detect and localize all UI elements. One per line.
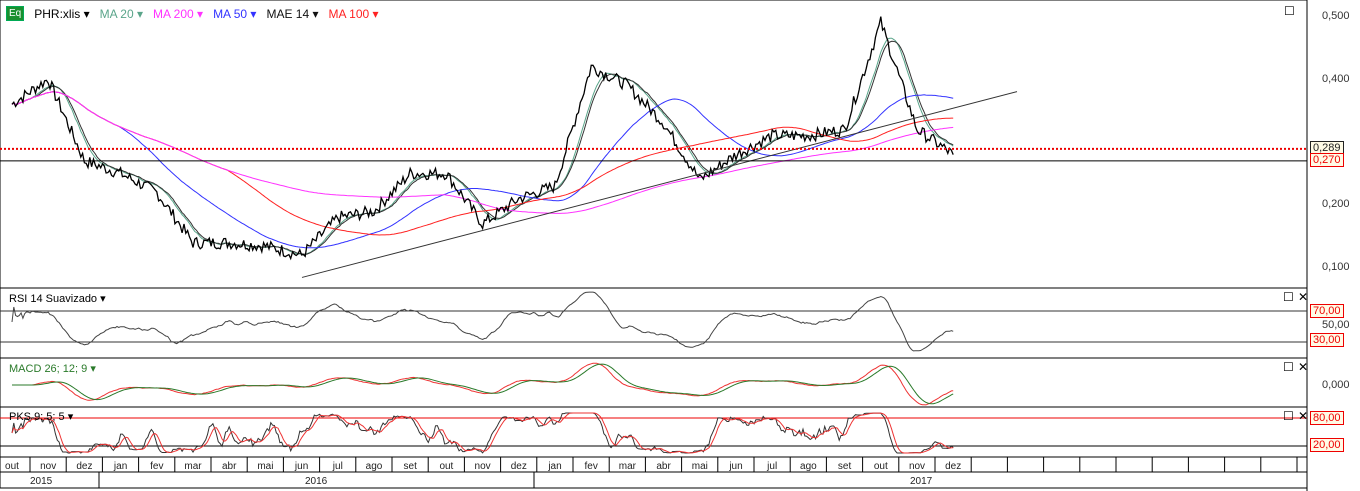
month-label: nov [40,461,57,472]
year-label: 2016 [305,476,328,487]
month-label: jun [729,461,743,472]
legend-ma200[interactable]: MA 200 ▾ [153,7,203,21]
legend-ma20[interactable]: MA 20 ▾ [100,7,143,21]
panel-frame [0,287,1308,359]
moving-average-line [11,91,954,236]
macd-zero-tick: 0,000 [1322,379,1350,391]
month-label: fev [150,461,164,472]
axis-tick: 0,500 [1322,10,1350,22]
month-label: out [5,461,19,472]
month-label: ago [365,461,383,472]
rsi-70-tag: 70,00 [1310,304,1344,318]
month-label: abr [656,461,671,472]
month-label: set [403,461,417,472]
month-label: out [439,461,454,472]
panel-frame [0,0,1308,289]
pks-80-tag: 80,00 [1310,411,1344,425]
month-label: jan [548,461,562,472]
legend-mae14[interactable]: MAE 14 ▾ [266,7,318,21]
pks-20-tag: 20,00 [1310,438,1344,452]
month-label: jun [294,461,309,472]
legend-ma100[interactable]: MA 100 ▾ [329,7,379,21]
pks-label[interactable]: PKS 9; 5; 5 ▾ [9,410,73,423]
month-label: dez [945,461,962,472]
equity-icon: Eq [6,6,25,21]
symbol-dropdown[interactable]: PHR:xlis ▾ [34,7,89,21]
rsi-30-tag: 30,00 [1310,333,1344,347]
month-label: ago [800,461,817,472]
month-label: mar [184,461,202,472]
month-label: jul [332,461,343,472]
macd-signal-line [12,363,954,405]
year-label: 2015 [30,476,53,487]
month-label: dez [76,461,93,472]
moving-average-line [11,91,954,249]
price-line [11,16,954,261]
month-label: mai [691,461,708,472]
legend-ma50[interactable]: MA 50 ▾ [213,7,256,21]
macd-label[interactable]: MACD 26; 12; 9 ▾ [9,362,96,375]
chart-canvas[interactable] [0,0,1360,491]
moving-average-line [11,91,954,214]
month-label: set [837,461,852,472]
close-rsi-icon[interactable]: ✕ [1298,290,1308,304]
line-price-tag: 0,270 [1310,153,1344,167]
rsi-label[interactable]: RSI 14 Suavizado ▾ [9,292,106,305]
axis-tick: 0,100 [1322,261,1350,273]
maximize-icon[interactable]: ☐ [1284,4,1295,18]
month-label: fev [584,461,598,472]
month-label: out [873,461,888,472]
month-label: nov [908,461,926,472]
close-pks-icon[interactable]: ✕ [1298,409,1308,423]
panel-frame [0,357,1308,408]
legend: Eq PHR:xlis ▾ MA 20 ▾ MA 200 ▾ MA 50 ▾ M… [6,6,379,21]
month-label: jan [113,461,128,472]
pks-k-line [11,412,954,454]
rsi-50-tick: 50,00 [1322,319,1350,331]
axis-tick: 0,200 [1322,198,1350,210]
month-label: dez [510,461,527,472]
month-label: abr [221,461,237,472]
year-label: 2017 [910,476,933,487]
axis-tick: 0,400 [1322,73,1350,85]
maximize-rsi-icon[interactable]: ☐ [1283,290,1294,304]
close-macd-icon[interactable]: ✕ [1298,360,1308,374]
maximize-macd-icon[interactable]: ☐ [1283,360,1294,374]
moving-average-line [11,37,954,256]
maximize-pks-icon[interactable]: ☐ [1283,409,1294,423]
month-label: mar [618,461,636,472]
month-label: mai [257,461,274,472]
month-label: jul [767,461,778,472]
month-label: nov [474,461,491,472]
